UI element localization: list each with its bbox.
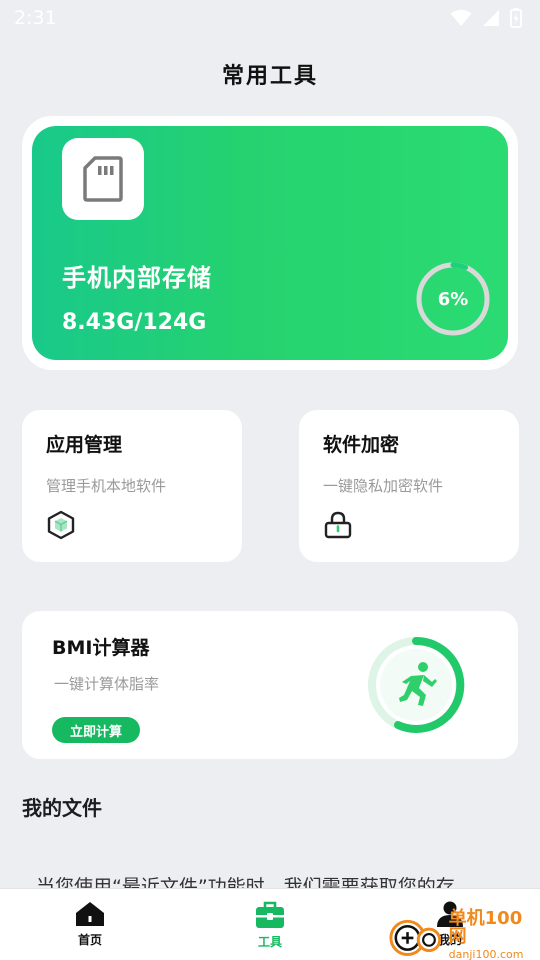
battery-icon	[510, 8, 522, 28]
storage-card[interactable]: 手机内部存储 8.43G/124G 6%	[32, 126, 508, 360]
storage-usage-ring: 6%	[414, 260, 492, 338]
home-icon	[76, 902, 104, 926]
tab-tools-label: 工具	[257, 935, 282, 949]
tab-home[interactable]: 首页	[50, 901, 130, 948]
tab-home-label: 首页	[77, 933, 102, 947]
toolbox-icon	[256, 901, 284, 928]
sd-card-icon	[83, 156, 123, 202]
wifi-icon	[450, 9, 472, 26]
app-cube-icon	[47, 510, 75, 540]
signal-icon	[483, 10, 499, 26]
app-manage-title: 应用管理	[46, 434, 123, 456]
page-title: 常用工具	[221, 64, 318, 89]
watermark-logo-icon	[389, 919, 442, 956]
status-time: 2:31	[14, 7, 57, 29]
app-encrypt-title: 软件加密	[323, 434, 400, 456]
storage-size: 8.43G/124G	[62, 310, 207, 335]
my-files-title: 我的文件	[22, 796, 102, 820]
tab-tools[interactable]: 工具	[230, 901, 310, 950]
bmi-calculate-button[interactable]: 立即计算	[52, 717, 140, 743]
watermark-url-text: danji100.com	[448, 948, 524, 960]
sd-card-icon-box	[62, 138, 144, 220]
lock-icon	[324, 511, 352, 539]
app-encrypt-card[interactable]: 软件加密 一键隐私加密软件	[299, 410, 519, 562]
bmi-ring	[366, 635, 466, 735]
status-icons	[450, 8, 522, 28]
app-manage-subtitle: 管理手机本地软件	[46, 477, 167, 495]
storage-percent: 6%	[437, 288, 469, 310]
app-encrypt-subtitle: 一键隐私加密软件	[323, 477, 444, 495]
status-bar: 2:31	[0, 0, 540, 36]
bmi-subtitle: 一键计算体脂率	[54, 675, 160, 693]
site-watermark: 单机100网 danji100.com	[388, 908, 538, 960]
app-manage-card[interactable]: 应用管理 管理手机本地软件	[22, 410, 242, 562]
bmi-title: BMI计算器	[52, 637, 150, 659]
watermark-main-text: 单机100网	[448, 908, 523, 947]
bmi-card[interactable]: BMI计算器 一键计算体脂率 立即计算	[22, 611, 518, 759]
storage-name: 手机内部存储	[62, 264, 212, 292]
storage-card-frame: 手机内部存储 8.43G/124G 6%	[22, 116, 518, 370]
